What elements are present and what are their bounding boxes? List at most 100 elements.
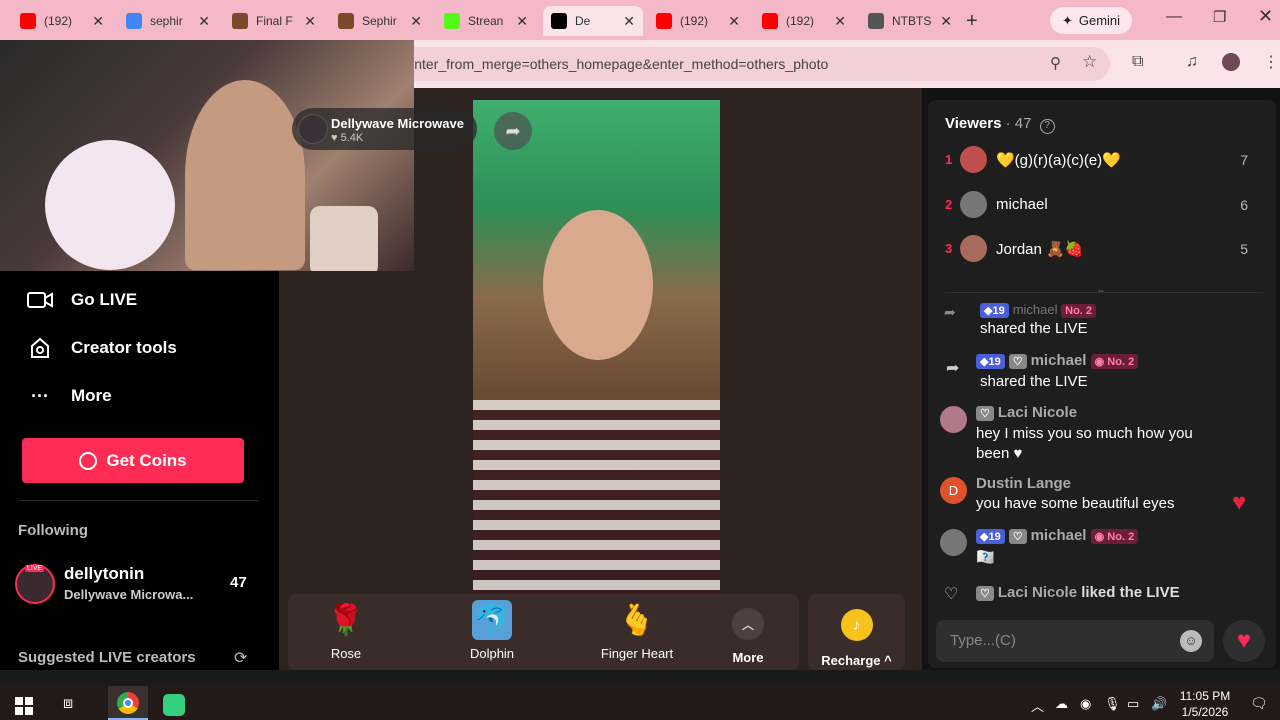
minimize-button[interactable]: —: [1166, 8, 1182, 26]
browser-tab[interactable]: De ✕: [543, 6, 643, 36]
chat-message[interactable]: ◆19 ♡ michael ◉ No. 2 🇽🇽: [940, 527, 1260, 569]
task-view-icon[interactable]: ⧈: [63, 695, 73, 713]
nav-go-live[interactable]: Go LIVE: [26, 289, 137, 311]
viewer-score: 7: [1240, 151, 1248, 168]
chat-username: Laci Nicole: [997, 584, 1078, 601]
bookmark-star-icon[interactable]: ☆: [1082, 52, 1097, 72]
tab-label: De: [575, 14, 591, 28]
nav-label: Go LIVE: [71, 290, 138, 309]
tab-label: Sephir: [362, 14, 397, 28]
chat-username: michael: [1012, 302, 1058, 317]
chrome-taskbar-icon[interactable]: [108, 686, 148, 720]
image-icon: [338, 13, 354, 29]
gift-rose[interactable]: 🌹 Rose: [291, 600, 401, 662]
avatar: [940, 406, 967, 433]
tiktok-icon: [551, 13, 567, 29]
refresh-icon[interactable]: ⟳: [234, 648, 247, 668]
rank-badge: ◉ No. 2: [1090, 529, 1139, 544]
share-icon: ➦: [946, 360, 960, 377]
viewer-name: Jordan 🧸🍓: [996, 240, 1084, 258]
gift-dolphin[interactable]: 🐬 Dolphin: [437, 600, 547, 661]
chat-input[interactable]: Type...(C) ☺: [936, 620, 1214, 662]
close-tab-icon[interactable]: ✕: [834, 13, 846, 30]
browser-tab[interactable]: sephir ✕: [118, 6, 218, 36]
profile-avatar[interactable]: [1222, 53, 1240, 71]
chevron-up-icon[interactable]: ︿: [1031, 696, 1044, 715]
camera-icon[interactable]: ◉: [1080, 696, 1091, 712]
rank-badge: No. 2: [1061, 304, 1097, 318]
browser-tab[interactable]: (192) ✕: [12, 6, 112, 36]
heart-icon: ♥: [331, 132, 341, 144]
tab-label: Strean: [468, 14, 504, 28]
get-coins-button[interactable]: Get Coins: [22, 438, 244, 483]
onedrive-icon[interactable]: ☁: [1055, 696, 1068, 712]
gift-finger-heart[interactable]: 🫰 Finger Heart: [582, 600, 692, 662]
chat-message[interactable]: ➦ ◆19 ♡ michael ◉ No. 2 shared the LIVE: [940, 352, 1260, 394]
share-button[interactable]: ➦: [494, 112, 532, 150]
recharge-panel[interactable]: ♪ Recharge ^: [808, 594, 905, 670]
following-item-dellytonin[interactable]: LIVE dellytonin Dellywave Microwa... 47: [15, 562, 260, 606]
chat-message[interactable]: D Dustin Lange you have some beautiful e…: [940, 475, 1260, 517]
browser-tab[interactable]: (192) ✕: [648, 6, 748, 36]
microphone-icon[interactable]: 🎙: [1104, 696, 1121, 712]
nav-more[interactable]: ··· More: [26, 385, 112, 407]
close-tab-icon[interactable]: ✕: [940, 13, 952, 30]
fan-badge: ♡: [976, 406, 994, 421]
browser-tab[interactable]: NTBTS ✕: [860, 6, 960, 36]
close-window-button[interactable]: ✕: [1258, 6, 1273, 27]
streamer-info-pill[interactable]: Dellywave Microwave ♥ 5.4K: [292, 108, 477, 150]
media-control-icon[interactable]: ♫: [1186, 53, 1198, 71]
emoji-icon[interactable]: ☺: [1180, 630, 1202, 652]
windows-start-icon[interactable]: [15, 697, 33, 715]
chat-message[interactable]: ♡ ♡ Laci Nicole liked the LIVE: [940, 584, 1260, 606]
gemini-icon: ✦: [1061, 12, 1073, 28]
browser-tab[interactable]: (192) ✕: [754, 6, 854, 36]
close-tab-icon[interactable]: ✕: [304, 13, 316, 30]
streamer-avatar: [298, 114, 328, 144]
browser-tab[interactable]: Strean ✕: [436, 6, 536, 36]
youtube-icon: [762, 13, 778, 29]
clock-date: 1/5/2026: [1181, 705, 1229, 719]
viewer-rank: 1: [945, 152, 953, 167]
viewer-row[interactable]: 1 💛(g)(r)(a)(c)(e)💛 7: [945, 146, 1265, 173]
chat-username: michael: [1030, 527, 1087, 544]
viewer-row[interactable]: 3 Jordan 🧸🍓 5: [945, 235, 1265, 262]
notifications-icon[interactable]: 🗨: [1250, 695, 1268, 712]
chat-message[interactable]: ♡ Laci Nicole hey I miss you so much how …: [940, 404, 1260, 466]
clock[interactable]: 11:05 PM 1/5/2026: [1176, 688, 1234, 720]
tab-label: (192): [680, 14, 709, 28]
expand-chevron-icon[interactable]: ⌄: [1096, 282, 1106, 296]
volume-icon[interactable]: 🔊: [1151, 696, 1167, 712]
extensions-icon[interactable]: ⧉: [1132, 53, 1143, 71]
browser-menu-icon[interactable]: ⋮: [1263, 52, 1279, 72]
level-value: 19: [988, 356, 1001, 368]
more-gifts-button[interactable]: ︿ More: [722, 608, 774, 668]
help-icon[interactable]: ?: [1039, 119, 1055, 134]
chat-text: 🇽🇽: [976, 549, 995, 566]
close-tab-icon[interactable]: ✕: [623, 13, 635, 30]
close-tab-icon[interactable]: ✕: [728, 13, 740, 30]
youtube-icon: [656, 13, 672, 29]
restore-button[interactable]: ❐: [1213, 8, 1226, 26]
new-tab-button[interactable]: +: [966, 10, 978, 33]
network-icon[interactable]: ▭: [1127, 696, 1139, 712]
gemini-button[interactable]: ✦ Gemini: [1050, 7, 1132, 34]
send-heart-button[interactable]: ♥: [1223, 620, 1265, 662]
nav-creator-tools[interactable]: Creator tools: [26, 337, 177, 359]
zoom-icon[interactable]: ⚲: [1050, 54, 1061, 72]
tab-label: (192): [44, 14, 73, 28]
chat-input-placeholder: Type...(C): [950, 632, 1016, 649]
close-tab-icon[interactable]: ✕: [410, 13, 422, 30]
browser-tab[interactable]: Final F ✕: [224, 6, 324, 36]
level-value: 19: [988, 531, 1001, 543]
viewer-row[interactable]: 2 michael 6: [945, 191, 1265, 218]
close-tab-icon[interactable]: ✕: [92, 13, 104, 30]
app-taskbar-icon[interactable]: [163, 694, 185, 716]
browser-tab[interactable]: Sephir ✕: [330, 6, 430, 36]
gift-label: Dolphin: [469, 646, 515, 661]
live-video[interactable]: [473, 100, 720, 593]
close-tab-icon[interactable]: ✕: [516, 13, 528, 30]
following-username: dellytonin: [64, 564, 145, 583]
close-tab-icon[interactable]: ✕: [198, 13, 210, 30]
image-icon: [232, 13, 248, 29]
